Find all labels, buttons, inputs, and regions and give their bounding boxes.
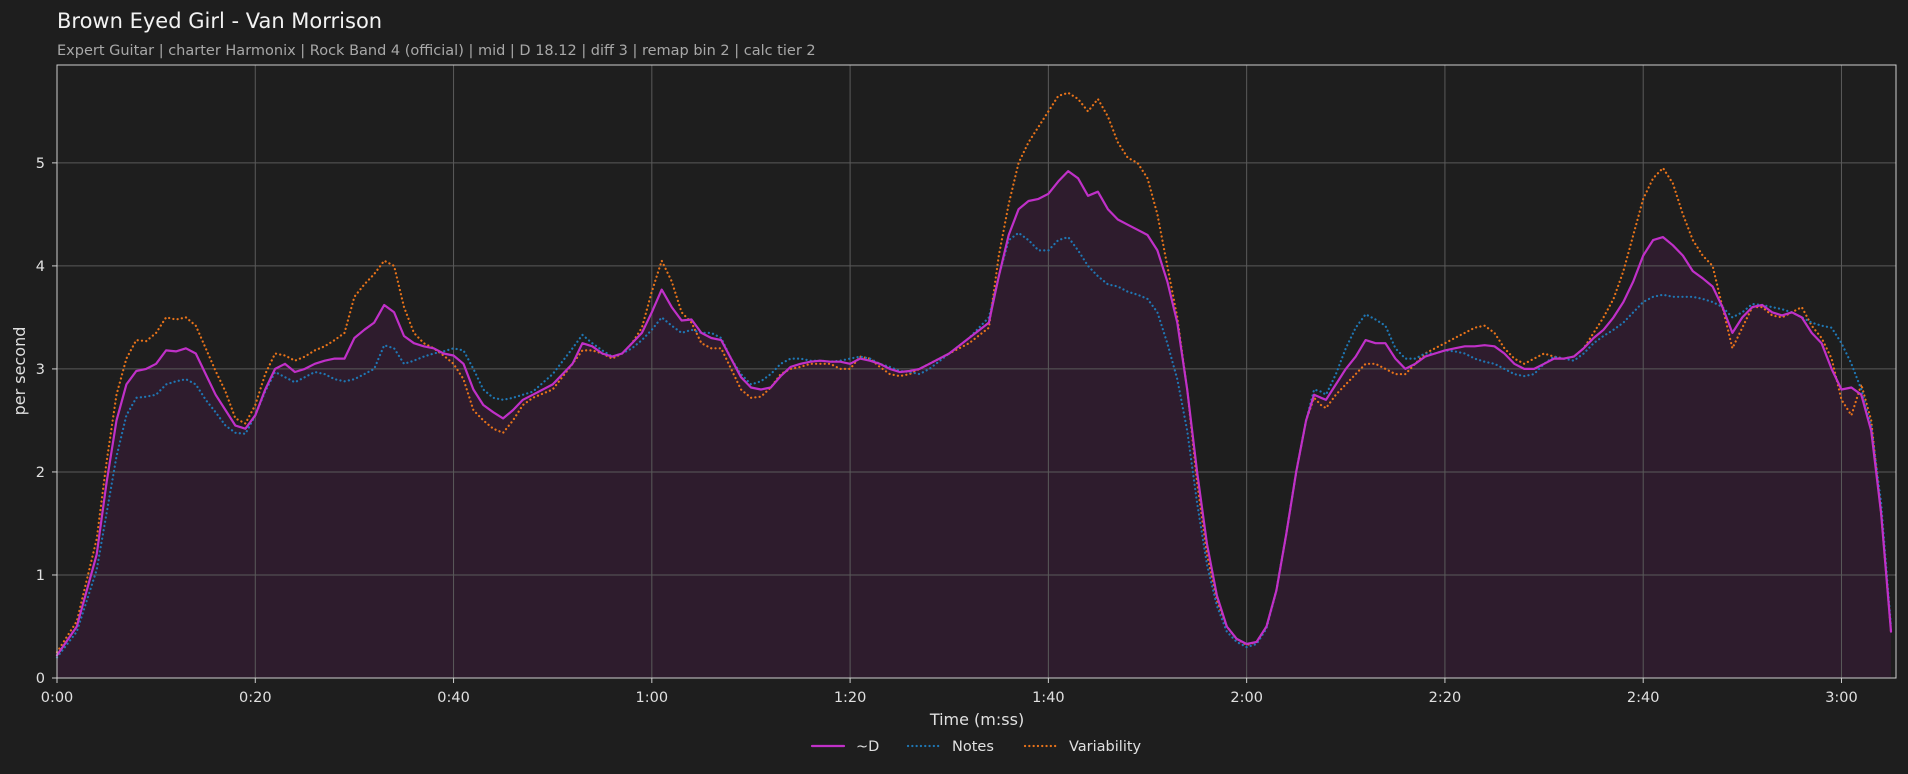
x-tick-label: 2:40 [1627, 690, 1660, 706]
x-axis-label: Time (m:ss) [929, 710, 1024, 729]
legend-label-1: Notes [952, 739, 994, 755]
x-tick-label: 0:40 [437, 690, 470, 706]
y-tick-label: 5 [36, 156, 45, 172]
x-tick-label: 1:00 [636, 690, 669, 706]
chart-title: Brown Eyed Girl - Van Morrison [57, 9, 382, 33]
y-axis-ticks: 0 1 2 3 4 5 [36, 156, 57, 687]
y-axis-label: per second [10, 327, 29, 416]
legend: ~D Notes Variability [810, 739, 1142, 755]
x-axis-ticks: 0:00 0:20 0:40 1:00 1:20 1:40 2:00 2:20 2:40 3:00 [41, 678, 1858, 706]
series-fills [57, 171, 1891, 678]
legend-label-0: ~D [856, 739, 879, 755]
chart-subtitle: Expert Guitar | charter Harmonix | Rock … [57, 43, 816, 59]
x-tick-label: 0:00 [41, 690, 74, 706]
y-tick-label: 4 [36, 259, 45, 275]
y-tick-label: 1 [36, 568, 45, 584]
x-tick-label: 0:20 [239, 690, 272, 706]
chart: Brown Eyed Girl - Van Morrison Expert Gu… [10, 9, 1897, 755]
x-tick-label: 2:00 [1230, 690, 1263, 706]
x-tick-label: 1:20 [834, 690, 867, 706]
x-tick-label: 1:40 [1032, 690, 1065, 706]
y-tick-label: 3 [36, 362, 45, 378]
legend-label-2: Variability [1069, 739, 1142, 755]
x-tick-label: 3:00 [1825, 690, 1858, 706]
y-tick-label: 2 [36, 465, 45, 481]
series-area-0 [57, 171, 1891, 678]
x-tick-label: 2:20 [1429, 690, 1462, 706]
y-tick-label: 0 [36, 671, 45, 687]
